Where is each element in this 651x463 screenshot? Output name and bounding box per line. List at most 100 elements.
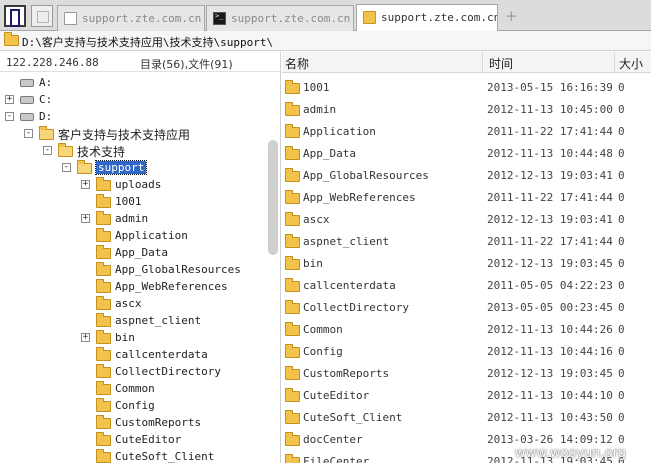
file-row[interactable]: CollectDirectory 2013-05-05 00:23:45 0: [282, 297, 651, 319]
expand-icon[interactable]: +: [5, 95, 14, 104]
tree-item[interactable]: 1001: [0, 194, 265, 211]
file-time: 2012-11-13 10:43:50: [487, 411, 613, 424]
file-name: Common: [303, 323, 343, 336]
file-time: 2012-12-13 19:03:41: [487, 213, 613, 226]
tree-item[interactable]: aspnet_client: [0, 313, 265, 330]
tree-item[interactable]: Config: [0, 398, 265, 415]
file-name: docCenter: [303, 433, 363, 446]
tree-item-label: D:: [39, 110, 53, 123]
file-row[interactable]: CuteEditor 2012-11-13 10:44:10 0: [282, 385, 651, 407]
folder-icon: [39, 126, 54, 140]
file-size: 0: [618, 411, 625, 424]
folder-icon: [96, 432, 111, 446]
file-size: 0: [618, 191, 625, 204]
folder-icon: [96, 415, 111, 429]
page-icon: [64, 12, 77, 25]
tab-1[interactable]: support.zte.com.cn: [57, 5, 205, 31]
tree-item[interactable]: + C:: [0, 92, 265, 109]
collapse-icon[interactable]: -: [43, 146, 52, 155]
tree-item[interactable]: + uploads: [0, 177, 265, 194]
tree-item[interactable]: CollectDirectory: [0, 364, 265, 381]
file-row[interactable]: 1001 2013-05-15 16:16:39 0: [282, 77, 651, 99]
expand-icon[interactable]: +: [81, 214, 90, 223]
tree-item[interactable]: + admin: [0, 211, 265, 228]
tree-item-label: CuteSoft_Client: [115, 450, 215, 463]
collapse-icon[interactable]: -: [5, 112, 14, 121]
tree-scrollbar[interactable]: [268, 140, 278, 255]
column-divider[interactable]: [614, 52, 615, 73]
tree-item[interactable]: CuteSoft_Client: [0, 449, 265, 463]
file-name: CuteEditor: [303, 389, 370, 402]
file-row[interactable]: CustomReports 2012-12-13 19:03:45 0: [282, 363, 651, 385]
folder-icon: [285, 190, 300, 204]
folder-icon: [96, 449, 111, 463]
collapse-icon[interactable]: -: [62, 163, 71, 172]
file-size: 0: [618, 389, 625, 402]
tab-3-label: support.zte.com.cn: [381, 11, 498, 24]
tree-item[interactable]: callcenterdata: [0, 347, 265, 364]
file-name: admin: [303, 103, 337, 116]
file-time: 2013-05-15 16:16:39: [487, 81, 613, 94]
column-divider[interactable]: [482, 52, 483, 73]
collapse-icon[interactable]: -: [24, 129, 33, 138]
column-size[interactable]: 大小: [619, 55, 643, 72]
file-time: 2011-11-22 17:41:44: [487, 235, 613, 248]
folder-icon: [285, 278, 300, 292]
tree-item[interactable]: Common: [0, 381, 265, 398]
tree-item[interactable]: A:: [0, 75, 265, 92]
file-list-pane: 名称 时间 大小 1001 2013-05-15 16:16:39 0 admin 20…: [282, 52, 651, 463]
tree-item[interactable]: App_Data: [0, 245, 265, 262]
file-row[interactable]: Config 2012-11-13 10:44:16 0: [282, 341, 651, 363]
file-time: 2013-05-05 00:23:45: [487, 301, 613, 314]
file-name: bin: [303, 257, 323, 270]
watermark-text: www.wooyun.org: [515, 446, 627, 461]
expand-icon[interactable]: +: [81, 180, 90, 189]
file-row[interactable]: bin 2012-12-13 19:03:45 0: [282, 253, 651, 275]
expand-icon[interactable]: +: [81, 333, 90, 342]
folder-icon: [77, 160, 92, 174]
file-size: 0: [618, 147, 625, 160]
folder-icon: [96, 279, 111, 293]
file-time: 2011-11-22 17:41:44: [487, 191, 613, 204]
file-size: 0: [618, 125, 625, 138]
file-row[interactable]: Application 2011-11-22 17:41:44 0: [282, 121, 651, 143]
terminal-icon: [213, 12, 226, 25]
file-row[interactable]: aspnet_client 2011-11-22 17:41:44 0: [282, 231, 651, 253]
file-row[interactable]: ascx 2012-12-13 19:03:41 0: [282, 209, 651, 231]
tree-item[interactable]: - D:: [0, 109, 265, 126]
file-time: 2012-11-13 10:44:16: [487, 345, 613, 358]
path-bar[interactable]: D:\客户支持与技术支持应用\技术支持\support\: [0, 31, 651, 51]
file-row[interactable]: App_Data 2012-11-13 10:44:48 0: [282, 143, 651, 165]
file-row[interactable]: CuteSoft_Client 2012-11-13 10:43:50 0: [282, 407, 651, 429]
tab-2[interactable]: support.zte.com.cn: [206, 5, 354, 31]
column-name[interactable]: 名称: [285, 55, 309, 72]
file-row[interactable]: App_GlobalResources 2012-12-13 19:03:41 0: [282, 165, 651, 187]
folder-icon: [285, 168, 300, 182]
file-name: CustomReports: [303, 367, 390, 380]
file-row[interactable]: App_WebReferences 2011-11-22 17:41:44 0: [282, 187, 651, 209]
tree-item-label: App_WebReferences: [115, 280, 228, 293]
file-row[interactable]: callcenterdata 2011-05-05 04:22:23 0: [282, 275, 651, 297]
tab-3[interactable]: support.zte.com.cn: [356, 4, 498, 32]
tree-item-label: bin: [115, 331, 135, 344]
sidebar-toggle-button[interactable]: [4, 5, 26, 27]
file-name: FileCenter: [303, 455, 370, 463]
folder-icon: [285, 212, 300, 226]
tree-item[interactable]: App_WebReferences: [0, 279, 265, 296]
tree-item[interactable]: - 技术支持: [0, 143, 265, 160]
tree-item[interactable]: App_GlobalResources: [0, 262, 265, 279]
tree-item[interactable]: Application: [0, 228, 265, 245]
tree-item[interactable]: CustomReports: [0, 415, 265, 432]
tree-item[interactable]: + bin: [0, 330, 265, 347]
folder-icon: [96, 364, 111, 378]
tree-item[interactable]: ascx: [0, 296, 265, 313]
column-time[interactable]: 时间: [489, 55, 513, 72]
tree-item[interactable]: - 客户支持与技术支持应用: [0, 126, 265, 143]
tree-item[interactable]: - support: [0, 160, 265, 177]
tree-item-label: 1001: [115, 195, 142, 208]
tree-item[interactable]: CuteEditor: [0, 432, 265, 449]
tab-overview-button[interactable]: [31, 5, 53, 27]
new-tab-button[interactable]: +: [505, 7, 518, 25]
file-row[interactable]: admin 2012-11-13 10:45:00 0: [282, 99, 651, 121]
file-row[interactable]: Common 2012-11-13 10:44:26 0: [282, 319, 651, 341]
